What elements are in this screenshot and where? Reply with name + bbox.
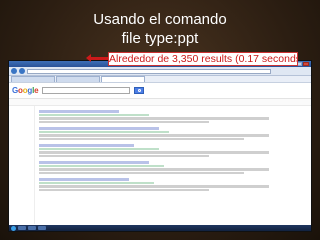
result-snippet — [39, 134, 269, 137]
tab-1[interactable] — [11, 76, 55, 82]
result-snippet — [39, 120, 209, 123]
result-title[interactable] — [39, 161, 149, 164]
result-snippet — [39, 117, 269, 120]
list-item[interactable] — [39, 110, 311, 123]
list-item[interactable] — [39, 178, 311, 191]
taskbar-item[interactable] — [28, 226, 36, 230]
result-snippet — [39, 171, 244, 174]
taskbar-item[interactable] — [38, 226, 46, 230]
slide-title: Usando el comando file type:ppt — [0, 10, 320, 48]
search-content — [9, 106, 311, 224]
taskbar-item[interactable] — [18, 226, 26, 230]
results-bar — [9, 99, 311, 106]
windows-start-icon[interactable] — [11, 225, 16, 231]
result-title[interactable] — [39, 127, 159, 130]
result-url — [39, 164, 164, 167]
result-url — [39, 147, 159, 150]
list-item[interactable] — [39, 144, 311, 157]
callout-arrow-icon — [86, 54, 108, 62]
result-url — [39, 181, 154, 184]
result-title[interactable] — [39, 110, 119, 113]
taskbar — [9, 225, 311, 231]
result-snippet — [39, 137, 244, 140]
result-snippet — [39, 151, 269, 154]
forward-arrow-icon[interactable] — [19, 68, 25, 74]
google-header: Google — [9, 83, 311, 99]
slide-title-line-2: file type:ppt — [121, 30, 199, 47]
left-nav-item[interactable] — [12, 141, 34, 147]
result-snippet — [39, 168, 269, 171]
result-url — [39, 130, 169, 133]
browser-toolbar — [9, 67, 311, 76]
back-arrow-icon[interactable] — [11, 68, 17, 74]
result-snippet — [39, 188, 209, 191]
result-url — [39, 113, 149, 116]
list-item[interactable] — [39, 161, 311, 174]
browser-screenshot: Google — [8, 60, 312, 232]
results-callout: Alrededor de 3,350 results (0.17 seconds… — [108, 52, 298, 66]
google-logo[interactable]: Google — [12, 86, 39, 95]
search-button[interactable] — [134, 87, 145, 94]
browser-tabs — [9, 76, 311, 83]
tab-2[interactable] — [56, 76, 100, 82]
list-item[interactable] — [39, 127, 311, 140]
magnifier-icon — [137, 89, 141, 92]
result-title[interactable] — [39, 144, 134, 147]
result-snippet — [39, 154, 209, 157]
search-input[interactable] — [42, 87, 131, 94]
address-bar[interactable] — [27, 68, 271, 74]
result-snippet — [39, 185, 269, 188]
left-nav — [9, 106, 35, 224]
result-title[interactable] — [39, 178, 129, 181]
slide-title-line-1: Usando el comando — [93, 11, 227, 28]
tab-active[interactable] — [101, 76, 145, 82]
results-list — [35, 106, 311, 224]
close-icon[interactable] — [303, 62, 309, 66]
